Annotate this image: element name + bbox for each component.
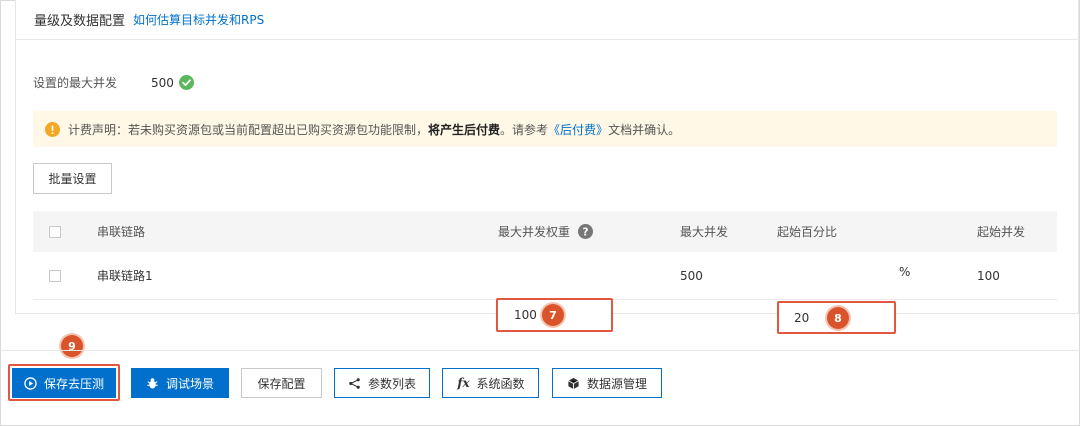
save-config-label: 保存配置 xyxy=(257,376,306,391)
start-percent-value: 20 xyxy=(794,310,810,325)
header-checkbox-cell xyxy=(49,211,61,252)
row-chain-name: 串联链路1 xyxy=(97,269,153,283)
row-start-concurrency: 100 xyxy=(977,268,1000,283)
step-badge-9: 9 xyxy=(61,335,83,357)
footer-divider xyxy=(0,350,1080,351)
share-nodes-icon xyxy=(348,376,362,390)
question-icon[interactable]: ? xyxy=(578,224,594,239)
header-max: 最大并发 xyxy=(680,225,729,239)
row-checkbox[interactable] xyxy=(49,269,61,282)
save-and-test-button[interactable]: 保存去压测 xyxy=(12,368,116,398)
save-config-button[interactable]: 保存配置 xyxy=(241,368,322,398)
step-badge-8: 8 xyxy=(827,307,849,329)
row-max: 500 xyxy=(680,268,703,283)
notice-middle: 。请参考 xyxy=(500,122,549,137)
select-all-checkbox[interactable] xyxy=(49,225,61,238)
debug-scene-button[interactable]: 调试场景 xyxy=(131,368,229,398)
datasource-manage-button[interactable]: 数据源管理 xyxy=(552,368,662,398)
table-row: 串联链路1 100 500 20 % 100 xyxy=(33,252,1057,334)
panel-title: 量级及数据配置 xyxy=(34,14,126,29)
header-start-percent: 起始百分比 xyxy=(777,225,838,239)
max-concurrency-label: 设置的最大并发 xyxy=(33,76,118,90)
notice-suffix: 文档并确认。 xyxy=(608,122,681,137)
check-circle-icon xyxy=(178,75,194,90)
percent-unit: % xyxy=(899,264,911,279)
play-circle-icon xyxy=(24,376,38,390)
system-functions-label: 系统函数 xyxy=(476,376,525,391)
notice-prefix: 计费声明：若未购买资源包或当前配置超出已购买资源包功能限制， xyxy=(68,122,429,137)
chain-table: 串联链路 最大并发权重 ? 最大并发 起始百分比 起始并发 串联链路1 100 … xyxy=(33,211,1057,334)
bug-icon xyxy=(146,376,160,390)
header-start-concurrency: 起始并发 xyxy=(977,225,1026,239)
system-functions-button[interactable]: fx 系统函数 xyxy=(442,368,539,398)
table-header: 串联链路 最大并发权重 ? 最大并发 起始百分比 起始并发 xyxy=(33,211,1057,252)
header-chain: 串联链路 xyxy=(97,225,146,239)
header-weight-cell: 最大并发权重 ? xyxy=(498,211,594,252)
svg-text:?: ? xyxy=(583,226,589,238)
datasource-manage-label: 数据源管理 xyxy=(586,376,647,391)
volume-data-config-panel: 量级及数据配置 如何估算目标并发和RPS 设置的最大并发 500 计费声明：若未… xyxy=(15,0,1079,334)
billing-notice: 计费声明：若未购买资源包或当前配置超出已购买资源包功能限制， 将产生后付费 。请… xyxy=(33,111,1057,147)
fx-function-icon: fx xyxy=(457,376,470,390)
param-list-button[interactable]: 参数列表 xyxy=(334,368,430,398)
estimate-help-link[interactable]: 如何估算目标并发和RPS xyxy=(133,11,264,28)
notice-bold: 将产生后付费 xyxy=(428,122,501,137)
cube-icon xyxy=(567,376,581,390)
debug-scene-label: 调试场景 xyxy=(165,376,214,391)
max-concurrency-row: 设置的最大并发 500 xyxy=(33,74,194,91)
step-badge-7: 7 xyxy=(542,304,564,326)
max-concurrency-value: 500 xyxy=(151,75,174,90)
batch-setting-button[interactable]: 批量设置 xyxy=(33,163,112,194)
row-checkbox-cell xyxy=(49,252,61,299)
postpaid-doc-link[interactable]: 《后付费》 xyxy=(548,121,608,138)
header-weight: 最大并发权重 xyxy=(498,225,571,239)
panel-header: 量级及数据配置 如何估算目标并发和RPS xyxy=(16,0,1078,40)
info-warning-icon xyxy=(45,121,60,137)
weight-input-value: 100 xyxy=(514,308,537,322)
param-list-label: 参数列表 xyxy=(367,376,416,391)
save-and-test-label: 保存去压测 xyxy=(43,376,104,391)
